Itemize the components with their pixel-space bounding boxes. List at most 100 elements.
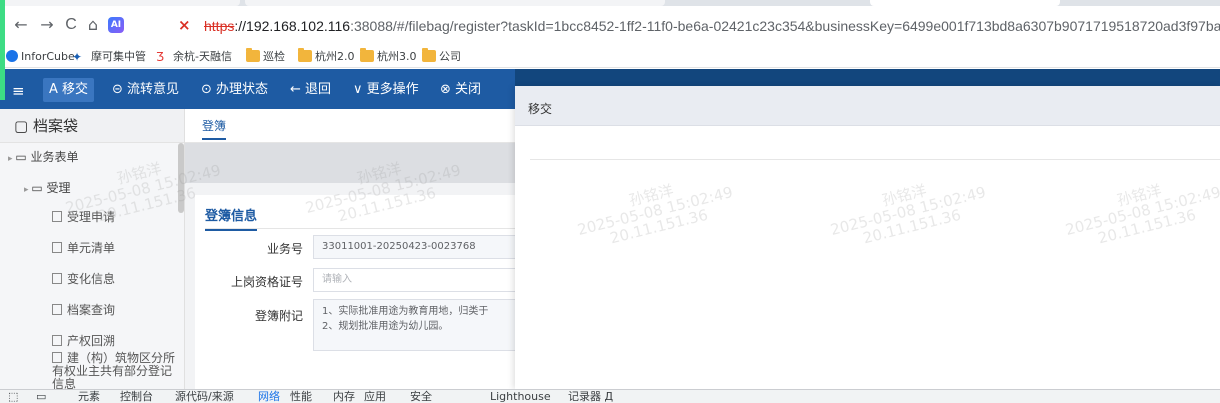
devtools-tab-lighthouse[interactable]: Lighthouse — [490, 390, 551, 403]
devtools-tab-memory[interactable]: 内存 — [333, 390, 355, 403]
bookmark-label: 杭州3.0 — [377, 50, 417, 63]
not-secure-icon[interactable]: ⨯ — [178, 16, 196, 34]
reload-icon[interactable]: C — [62, 16, 80, 34]
forward-arrow-icon[interactable]: → — [38, 16, 56, 34]
folder-icon — [298, 48, 312, 62]
ai-extension-icon[interactable]: AI — [108, 17, 124, 33]
register-form: 登簿信息 业务号 33011001-20250423-0023768 上岗资格证… — [195, 195, 515, 389]
sidebar-item-label: 变化信息 — [67, 272, 116, 286]
sidebar-item-label: 受理申请 — [67, 210, 116, 224]
app-toolbar: ≡ A 移交 ⊝ 流转意见 ⊙ 办理状态 ← 退回 ∨ 更多操作 ⊗ 关闭 — [0, 69, 515, 109]
back-arrow-icon[interactable]: ← — [12, 16, 30, 34]
document-icon — [52, 273, 62, 284]
process-status-button[interactable]: ⊙ 办理状态 — [201, 80, 268, 100]
folder-outline-icon: ▭ — [15, 150, 31, 164]
sidebar-scrollbar[interactable] — [178, 143, 184, 213]
sidebar-item-building-registration[interactable]: 建（构）筑物区分所 有权业主共有部分登记 信息 — [52, 352, 175, 389]
tree-label: 业务表单 — [30, 150, 79, 164]
tree-node-acceptance[interactable]: ▸ ▭ 受理 — [24, 179, 71, 196]
bookmark-folder-xunjian[interactable]: 巡检 — [246, 47, 285, 65]
tree-node-business-forms[interactable]: ▸ ▭ 业务表单 — [8, 148, 79, 165]
bookmark-folder-hz2[interactable]: 杭州2.0 — [298, 47, 355, 65]
folder-icon — [246, 48, 260, 62]
devtools-tab-console[interactable]: 控制台 — [120, 390, 153, 403]
main-tabbar: 登簿 — [185, 109, 515, 143]
modal-header: 移交 — [515, 86, 1220, 126]
bookmark-label: 余杭-天融信 — [173, 50, 232, 63]
business-number-label: 业务号 — [266, 242, 303, 256]
folder-icon — [360, 48, 374, 62]
sidebar-item-label: 有权业主共有部分登记 — [52, 364, 173, 378]
more-actions-button[interactable]: ∨ 更多操作 — [353, 80, 419, 100]
inspect-icon[interactable]: ⬚ — [8, 390, 18, 403]
bookmark-label: 杭州2.0 — [315, 50, 355, 63]
document-icon — [52, 211, 62, 222]
devtools-tab-network[interactable]: 网络 — [258, 390, 280, 403]
bookmark-moke[interactable]: ✦ 摩可集中管 — [72, 47, 146, 65]
sidebar-item-label: 产权回溯 — [67, 334, 116, 348]
sidebar-header: ▢ 档案袋 — [0, 109, 184, 143]
logo-icon: ✦ — [72, 50, 83, 64]
modal-divider — [530, 159, 1220, 160]
devtools-tab-sources[interactable]: 源代码/来源 — [175, 390, 234, 403]
url-path: :38088/#/filebag/register?taskId=1bcc845… — [350, 18, 1220, 34]
sidebar-title: 档案袋 — [32, 117, 78, 135]
sidebar-item-unit-list[interactable]: 单元清单 — [52, 239, 115, 256]
document-icon — [52, 304, 62, 315]
url-scheme: https — [204, 18, 235, 34]
devtools-tab-performance[interactable]: 性能 — [290, 390, 312, 403]
flow-opinion-button[interactable]: ⊝ 流转意见 — [112, 80, 179, 100]
bookmark-label: InforCube — [21, 49, 75, 63]
sidebar-item-label: 档案查询 — [67, 303, 116, 317]
devtools-tab-application[interactable]: 应用 — [364, 390, 386, 403]
devtools-tab-recorder[interactable]: 记录器 Д — [568, 390, 613, 403]
qualification-cert-input[interactable]: 请输入 — [313, 268, 515, 292]
folder-outline-icon: ▭ — [31, 181, 47, 195]
devtools-tab-security[interactable]: 安全 — [410, 390, 432, 403]
folder-icon — [422, 48, 436, 62]
sidebar-item-change-info[interactable]: 变化信息 — [52, 270, 115, 287]
url-host: ://192.168.102.116 — [234, 18, 351, 34]
bookmark-folder-hz3[interactable]: 杭州3.0 — [360, 47, 417, 65]
toolbar-dark-strip — [515, 69, 1220, 86]
register-note-label: 登簿附记 — [254, 309, 303, 323]
url-field[interactable]: https://192.168.102.116:38088/#/filebag/… — [204, 17, 1220, 35]
devtools-tab-elements[interactable]: 元素 — [78, 390, 100, 403]
return-button[interactable]: ← 退回 — [290, 80, 331, 100]
bookmark-label: 摩可集中管 — [91, 50, 146, 63]
document-icon — [52, 335, 62, 346]
green-edge-bar — [0, 0, 5, 100]
tree-label: 受理 — [46, 181, 71, 195]
tab-register[interactable]: 登簿 — [202, 117, 227, 140]
document-icon — [52, 242, 62, 253]
grey-band — [185, 143, 515, 183]
sidebar-item-ownership-trace[interactable]: 产权回溯 — [52, 332, 115, 349]
logo-icon: Ʒ — [156, 50, 164, 64]
bookmark-inforcube[interactable]: InforCube — [6, 47, 75, 65]
sidebar-item-label: 单元清单 — [67, 241, 116, 255]
modal-title: 移交 — [528, 102, 553, 116]
home-icon[interactable]: ⌂ — [84, 16, 102, 34]
document-icon — [52, 352, 62, 363]
bookmark-folder-company[interactable]: 公司 — [422, 47, 461, 65]
bookmark-label: 公司 — [439, 50, 461, 63]
sidebar-item-acceptance-application[interactable]: 受理申请 — [52, 208, 115, 225]
sidebar-item-label: 建（构）筑物区分所 — [67, 351, 176, 365]
business-number-field[interactable]: 33011001-20250423-0023768 — [313, 235, 515, 259]
bookmarks-bar: InforCube ✦ 摩可集中管 Ʒ 余杭-天融信 巡检 杭州2.0 杭州3.0 … — [0, 44, 1220, 68]
sidebar-item-archive-query[interactable]: 档案查询 — [52, 301, 115, 318]
sidebar-item-label: 信息 — [52, 377, 77, 390]
register-note-textarea[interactable]: 1、实际批准用途为教育用地，归类于 2、规划批准用途为幼儿园。 — [313, 299, 515, 351]
address-bar-row: ← → C ⌂ AI ⨯ https://192.168.102.116:380… — [0, 6, 1220, 44]
bookmark-yuhang[interactable]: Ʒ 余杭-天融信 — [156, 47, 232, 65]
transfer-button[interactable]: A 移交 — [43, 78, 95, 102]
close-button[interactable]: ⊗ 关闭 — [440, 80, 481, 100]
globe-icon — [6, 50, 18, 62]
menu-icon[interactable]: ≡ — [12, 82, 25, 100]
transfer-modal: 移交 — [515, 86, 1220, 389]
qualification-cert-label: 上岗资格证号 — [230, 275, 303, 289]
bookmark-label: 巡检 — [263, 50, 285, 63]
sidebar: ▢ 档案袋 ▸ ▭ 业务表单 ▸ ▭ 受理 受理申请 单元清单 变化信息 档案查… — [0, 109, 185, 389]
bag-icon: ▢ — [14, 117, 33, 135]
device-toggle-icon[interactable]: ▭ — [36, 390, 46, 403]
